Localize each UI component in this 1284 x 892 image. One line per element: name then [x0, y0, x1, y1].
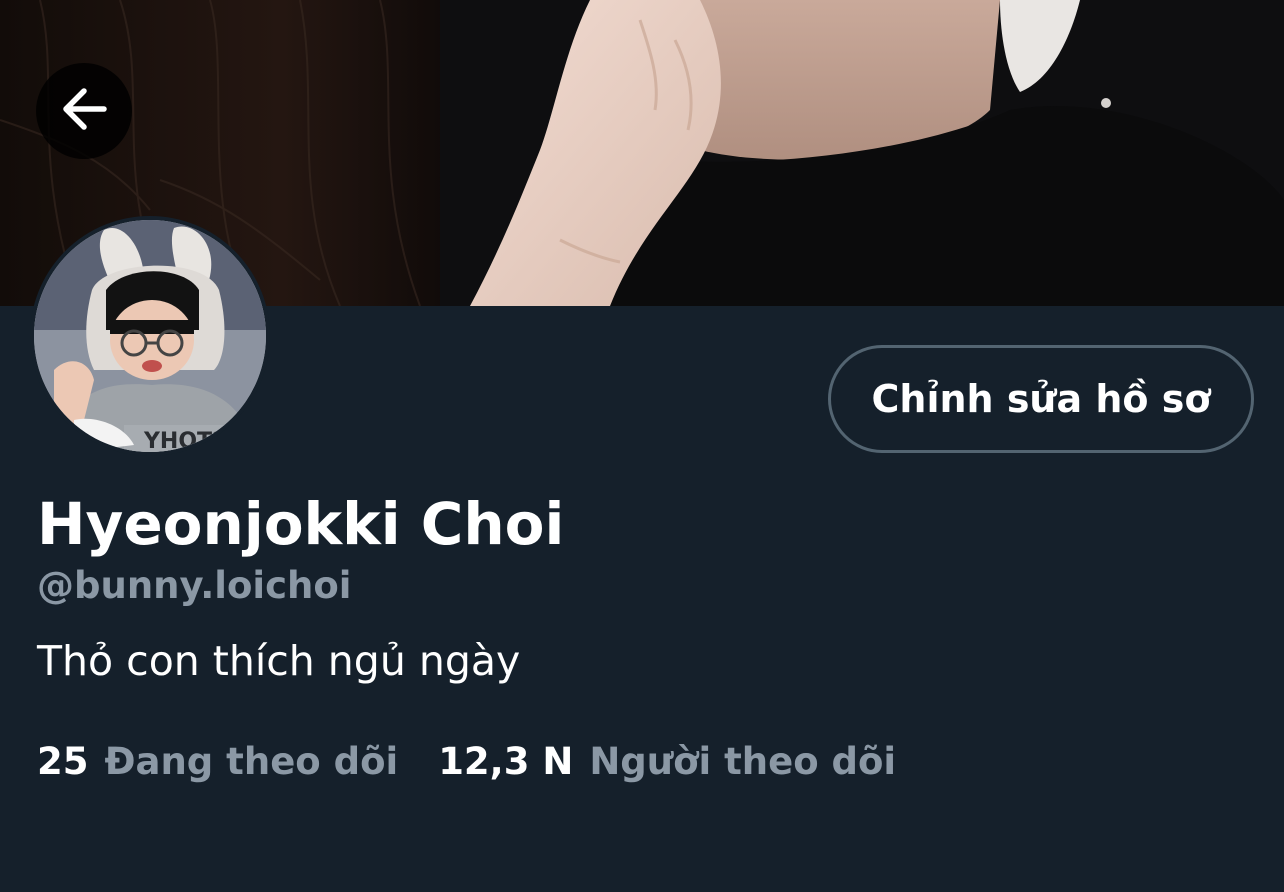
arrow-left-icon [58, 83, 110, 139]
profile-page: YHOT2 Chỉnh sửa hồ sơ Hyeonjokki Choi @b… [0, 0, 1284, 892]
back-button[interactable] [36, 63, 132, 159]
followers-link[interactable]: 12,3 N Người theo dõi [438, 740, 896, 783]
edit-profile-label: Chỉnh sửa hồ sơ [871, 377, 1211, 421]
user-handle: @bunny.loichoi [37, 564, 352, 607]
following-count: 25 [37, 739, 89, 783]
svg-text:YHOT2: YHOT2 [143, 429, 227, 452]
following-link[interactable]: 25 Đang theo dõi [37, 740, 398, 783]
following-label: Đang theo dõi [104, 739, 399, 783]
avatar[interactable]: YHOT2 [30, 216, 270, 456]
profile-bio: Thỏ con thích ngủ ngày [37, 637, 521, 685]
profile-stats: 25 Đang theo dõi 12,3 N Người theo dõi [37, 736, 896, 786]
display-name: Hyeonjokki Choi [37, 490, 565, 558]
edit-profile-button[interactable]: Chỉnh sửa hồ sơ [828, 345, 1254, 453]
followers-count: 12,3 N [438, 739, 574, 783]
followers-label: Người theo dõi [589, 739, 897, 783]
